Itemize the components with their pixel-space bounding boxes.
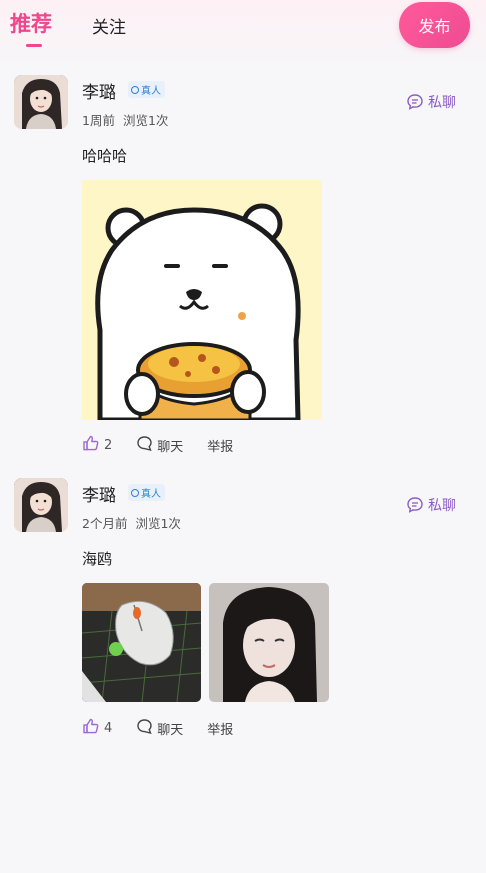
username[interactable]: 李璐: [82, 78, 116, 103]
private-chat-button[interactable]: 私聊: [406, 92, 456, 112]
report-button[interactable]: 举报: [207, 719, 233, 738]
verified-badge: 真人: [128, 81, 165, 98]
comment-label: 聊天: [157, 722, 184, 738]
post-views: 浏览1次: [135, 516, 181, 531]
report-label: 举报: [207, 439, 234, 455]
like-count: 4: [104, 720, 113, 736]
tab-follow[interactable]: 关注: [92, 13, 126, 38]
message-icon: [406, 93, 424, 111]
avatar[interactable]: [14, 75, 68, 129]
comment-button[interactable]: 聊天: [136, 718, 183, 739]
top-nav: 推荐 关注 发布: [0, 0, 486, 60]
publish-button[interactable]: 发布: [399, 2, 470, 48]
thumbs-up-icon: [82, 717, 100, 739]
post-meta: 2个月前 浏览1次: [82, 513, 181, 532]
chat-bubble-icon: [136, 435, 153, 456]
tab-recommend[interactable]: 推荐: [10, 8, 52, 38]
post-views: 浏览1次: [122, 113, 169, 128]
private-chat-button[interactable]: 私聊: [406, 495, 456, 515]
post-image[interactable]: [82, 180, 322, 420]
private-chat-label: 私聊: [428, 95, 456, 111]
post-image[interactable]: [209, 583, 329, 702]
private-chat-label: 私聊: [428, 498, 456, 514]
comment-button[interactable]: 聊天: [136, 435, 183, 456]
post-image[interactable]: [82, 583, 201, 702]
verified-label: 真人: [141, 489, 161, 500]
chat-bubble-icon: [136, 718, 153, 739]
verified-badge: 真人: [128, 484, 165, 501]
post-time: 2个月前: [82, 516, 128, 531]
post-actions: 2 聊天 举报: [82, 434, 233, 456]
post-actions: 4 聊天 举报: [82, 717, 233, 739]
like-button[interactable]: 4: [82, 717, 112, 739]
active-tab-indicator: [26, 44, 42, 47]
report-button[interactable]: 举报: [207, 436, 233, 455]
verified-label: 真人: [141, 86, 161, 97]
message-icon: [406, 496, 424, 514]
thumbs-up-icon: [82, 434, 100, 456]
comment-label: 聊天: [157, 439, 184, 455]
like-button[interactable]: 2: [82, 434, 112, 456]
post-content: 哈哈哈: [82, 147, 128, 165]
username[interactable]: 李璐: [82, 481, 116, 506]
post-content: 海鸥: [82, 550, 113, 568]
verified-badge-icon: [131, 488, 139, 497]
verified-badge-icon: [131, 85, 139, 94]
like-count: 2: [104, 437, 113, 453]
avatar[interactable]: [14, 478, 68, 532]
report-label: 举报: [207, 722, 234, 738]
post-meta: 1周前 浏览1次: [82, 110, 168, 129]
post-time: 1周前: [82, 113, 115, 128]
